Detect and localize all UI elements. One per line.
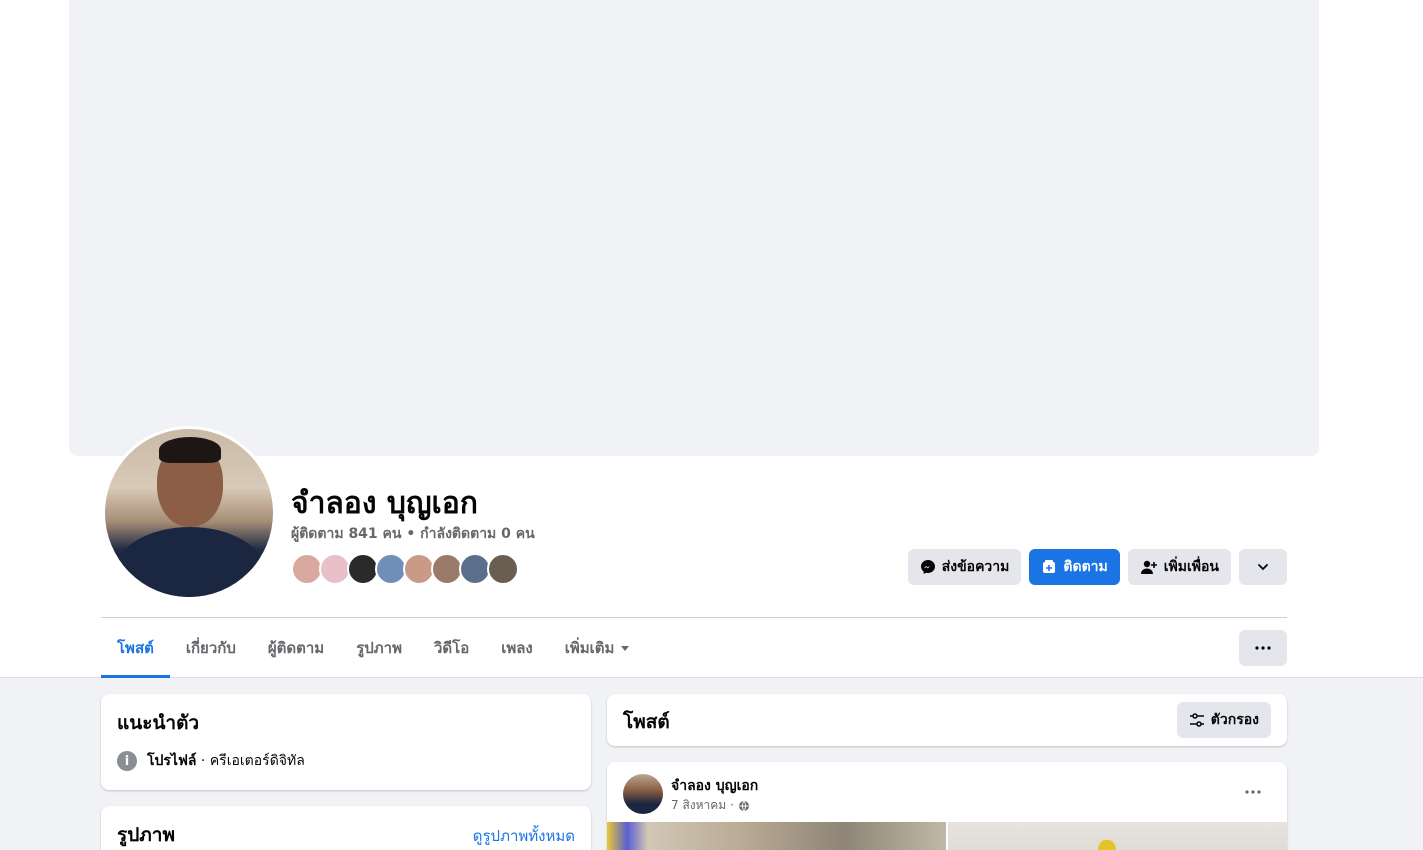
tab-music[interactable]: เพลง bbox=[485, 618, 549, 678]
follow-button-label: ติดตาม bbox=[1063, 559, 1108, 575]
photos-title: รูปภาพ bbox=[117, 824, 175, 846]
followers-count[interactable]: ผู้ติดตาม 841 คน • กำลังติดตาม 0 คน bbox=[291, 523, 535, 545]
intro-card: แนะนำตัว i โปรไฟล์ · ครีเอเตอร์ดิจิทัล bbox=[101, 694, 591, 790]
cover-photo[interactable] bbox=[69, 0, 1319, 456]
intro-category-text: · ครีเอเตอร์ดิจิทัล bbox=[196, 753, 305, 769]
tab-label: เพิ่มเติม bbox=[564, 639, 615, 657]
profile-name: จำลอง บุญเอก bbox=[291, 486, 478, 521]
tab-posts[interactable]: โพสต์ bbox=[101, 618, 170, 678]
more-actions-button[interactable] bbox=[1239, 549, 1287, 585]
post-meta: 7 สิงหาคม · bbox=[671, 796, 750, 815]
tab-label: ผู้ติดตาม bbox=[267, 639, 325, 657]
more-horizontal-icon bbox=[1255, 646, 1271, 650]
tab-label: เพลง bbox=[501, 639, 533, 657]
post-date[interactable]: 7 สิงหาคม · bbox=[671, 796, 734, 815]
messenger-icon bbox=[920, 559, 936, 575]
profile-actions: ส่งข้อความ ติดตาม เพิ่มเพื่อน bbox=[907, 549, 1287, 585]
info-icon: i bbox=[117, 751, 137, 771]
tab-label: โพสต์ bbox=[117, 639, 154, 657]
add-friend-button[interactable]: เพิ่มเพื่อน bbox=[1127, 549, 1231, 585]
profile-tabs: โพสต์ เกี่ยวกับ ผู้ติดตาม รูปภาพ วิดีโอ … bbox=[101, 618, 646, 678]
profile-avatar[interactable] bbox=[102, 426, 276, 600]
intro-category-bold: โปรไฟล์ bbox=[147, 753, 197, 769]
friend-avatar[interactable] bbox=[487, 553, 519, 585]
chevron-down-icon bbox=[1257, 561, 1269, 573]
post-options-button[interactable] bbox=[1235, 778, 1271, 806]
message-button-label: ส่งข้อความ bbox=[941, 559, 1010, 575]
tab-label: วิดีโอ bbox=[433, 639, 470, 657]
tab-label: เกี่ยวกับ bbox=[185, 639, 236, 657]
intro-category: i โปรไฟล์ · ครีเอเตอร์ดิจิทัล bbox=[117, 750, 305, 772]
follow-icon bbox=[1041, 559, 1057, 575]
post-image[interactable] bbox=[948, 822, 1287, 850]
filter-label: ตัวกรอง bbox=[1210, 712, 1259, 728]
globe-icon bbox=[738, 800, 750, 812]
tab-followers[interactable]: ผู้ติดตาม bbox=[252, 618, 340, 678]
tabs-more-button[interactable] bbox=[1239, 630, 1287, 666]
profile-header: จำลอง บุญเอก ผู้ติดตาม 841 คน • กำลังติด… bbox=[0, 0, 1423, 678]
post-author-avatar[interactable] bbox=[623, 774, 663, 814]
follow-button[interactable]: ติดตาม bbox=[1029, 549, 1120, 585]
add-friend-label: เพิ่มเพื่อน bbox=[1163, 559, 1219, 575]
photos-card: รูปภาพ ดูรูปภาพทั้งหมด bbox=[101, 806, 591, 850]
tab-photos[interactable]: รูปภาพ bbox=[340, 618, 418, 678]
profile-photo bbox=[105, 429, 273, 597]
message-button[interactable]: ส่งข้อความ bbox=[907, 549, 1022, 585]
posts-header-card: โพสต์ ตัวกรอง bbox=[607, 694, 1287, 746]
post-card: จำลอง บุญเอก 7 สิงหาคม · bbox=[607, 762, 1287, 850]
tab-videos[interactable]: วิดีโอ bbox=[418, 618, 485, 678]
intro-title: แนะนำตัว bbox=[117, 712, 200, 734]
post-image[interactable] bbox=[607, 822, 946, 850]
filter-icon bbox=[1189, 712, 1205, 728]
see-all-photos-link[interactable]: ดูรูปภาพทั้งหมด bbox=[473, 824, 575, 848]
filter-button[interactable]: ตัวกรอง bbox=[1176, 702, 1271, 738]
more-horizontal-icon bbox=[1245, 790, 1261, 794]
add-friend-icon bbox=[1140, 559, 1158, 575]
tab-label: รูปภาพ bbox=[356, 639, 402, 657]
posts-title: โพสต์ bbox=[623, 711, 670, 733]
tab-more[interactable]: เพิ่มเติม bbox=[549, 618, 647, 678]
caret-down-icon bbox=[620, 643, 630, 653]
tab-about[interactable]: เกี่ยวกับ bbox=[170, 618, 252, 678]
friend-avatars bbox=[291, 553, 519, 585]
post-author-name[interactable]: จำลอง บุญเอก bbox=[671, 775, 758, 797]
